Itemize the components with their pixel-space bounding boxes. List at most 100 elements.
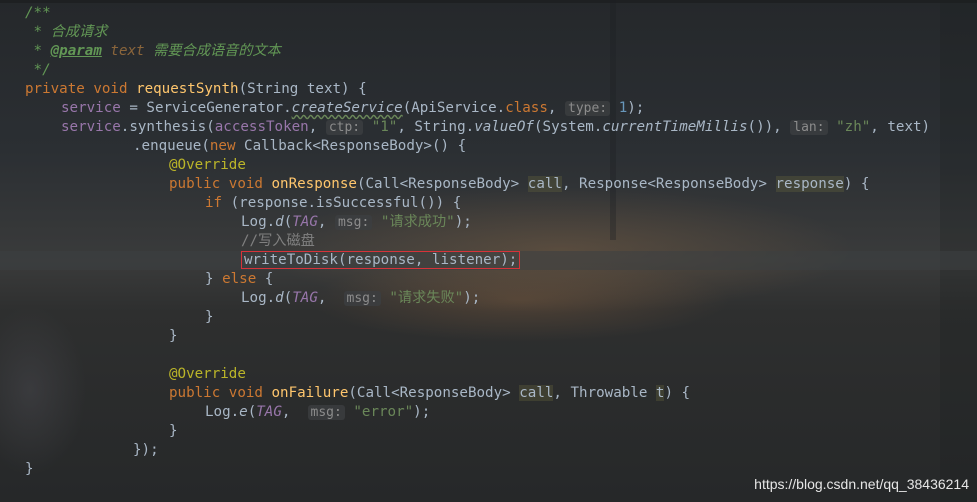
code-token: ()), bbox=[747, 119, 791, 135]
field-service: service bbox=[61, 119, 121, 135]
doc-comment-close: */ bbox=[25, 62, 51, 78]
param-hint-msg: msg: bbox=[307, 405, 345, 420]
method-name-onFailure: onFailure bbox=[271, 385, 349, 401]
code-token: ); bbox=[627, 100, 645, 116]
code-line-9: @Override bbox=[0, 156, 977, 175]
watermark-url: https://blog.csdn.net/qq_38436214 bbox=[754, 476, 969, 492]
method-valueOf: valueOf bbox=[474, 119, 534, 135]
code-token: ) { bbox=[664, 385, 691, 401]
string-literal: "请求成功" bbox=[380, 214, 455, 230]
keyword-void: void bbox=[228, 176, 263, 192]
keyword-private: private bbox=[25, 81, 85, 97]
code-token: Log. bbox=[241, 290, 276, 306]
code-line-8: .enqueue(new Callback<ResponseBody>() { bbox=[0, 137, 977, 156]
code-line-3: * @param text 需要合成语音的文本 bbox=[0, 42, 977, 61]
code-token: , text) bbox=[870, 119, 931, 135]
method-e: e bbox=[239, 404, 248, 420]
code-line-13: //写入磁盘 bbox=[0, 232, 977, 251]
code-line-22: Log.e(TAG, msg: "error"); bbox=[0, 403, 977, 422]
string-literal: "1" bbox=[371, 119, 398, 135]
keyword-new: new bbox=[209, 138, 236, 154]
background-window-frame-top bbox=[0, 0, 977, 3]
param-response: response bbox=[775, 176, 844, 192]
param-call: call bbox=[527, 176, 562, 192]
param-hint-type: type: bbox=[565, 101, 611, 116]
code-line-2: * 合成请求 bbox=[0, 23, 977, 42]
code-token: (response.isSuccessful()) { bbox=[222, 195, 462, 211]
param-hint-msg: msg: bbox=[334, 215, 373, 230]
code-line-10: public void onResponse(Call<ResponseBody… bbox=[0, 175, 977, 194]
code-token: (ApiService. bbox=[402, 100, 506, 116]
code-token: Log. bbox=[241, 214, 276, 230]
keyword-void: void bbox=[228, 385, 263, 401]
closing-brace: } bbox=[25, 461, 34, 477]
string-literal: "zh" bbox=[836, 119, 871, 135]
field-accessToken: accessToken bbox=[214, 119, 309, 135]
method-createService: createService bbox=[291, 100, 403, 116]
code-token: ( bbox=[283, 290, 293, 306]
javadoc-param-name: text bbox=[110, 43, 145, 59]
param-hint-ctp: ctp: bbox=[325, 120, 364, 135]
doc-comment-star: * bbox=[25, 43, 51, 59]
code-token: .synthesis( bbox=[120, 119, 215, 135]
line-comment: //写入磁盘 bbox=[241, 233, 315, 249]
code-line-16: Log.d(TAG, msg: "请求失败"); bbox=[0, 289, 977, 308]
annotation-override: @Override bbox=[169, 157, 246, 173]
code-editor[interactable]: /** * 合成请求 * @param text 需要合成语音的文本 */ pr… bbox=[0, 4, 977, 479]
code-line-20: @Override bbox=[0, 365, 977, 384]
code-token: ); bbox=[454, 214, 472, 230]
number-literal: 1 bbox=[618, 100, 628, 116]
annotation-override: @Override bbox=[169, 366, 246, 382]
method-d: d bbox=[275, 290, 284, 306]
code-line-21: public void onFailure(Call<ResponseBody>… bbox=[0, 384, 977, 403]
keyword-if: if bbox=[205, 195, 223, 211]
code-token: ) { bbox=[843, 176, 870, 192]
code-line-12: Log.d(TAG, msg: "请求成功"); bbox=[0, 213, 977, 232]
doc-comment-open: /** bbox=[25, 5, 51, 21]
code-token: , bbox=[308, 119, 326, 135]
keyword-class: class bbox=[505, 100, 548, 116]
method-name-requestSynth: requestSynth bbox=[136, 81, 239, 97]
code-token: ); bbox=[463, 290, 481, 306]
code-line-24: }); bbox=[0, 441, 977, 460]
code-token: ( bbox=[283, 214, 293, 230]
doc-comment-star: * bbox=[25, 24, 51, 40]
javadoc-param-tag: @param bbox=[50, 43, 102, 59]
keyword-void: void bbox=[93, 81, 128, 97]
code-line-6: service = ServiceGenerator.createService… bbox=[0, 99, 977, 118]
code-token: { bbox=[256, 271, 274, 287]
code-line-17: } bbox=[0, 308, 977, 327]
code-token: , bbox=[317, 290, 344, 306]
code-token: , String. bbox=[397, 119, 475, 135]
code-line-5: private void requestSynth(String text) { bbox=[0, 80, 977, 99]
closing-brace-paren: }); bbox=[133, 442, 159, 458]
code-line-4: */ bbox=[0, 61, 977, 80]
closing-brace: } bbox=[205, 309, 214, 325]
method-d: d bbox=[275, 214, 284, 230]
doc-comment-summary: 合成请求 bbox=[50, 24, 108, 40]
keyword-else: else bbox=[222, 271, 257, 287]
field-service: service bbox=[61, 100, 121, 116]
code-line-11: if (response.isSuccessful()) { bbox=[0, 194, 977, 213]
code-line-23: } bbox=[0, 422, 977, 441]
param-call: call bbox=[519, 385, 554, 401]
constant-TAG: TAG bbox=[256, 404, 282, 420]
code-token: , bbox=[317, 214, 335, 230]
code-token: ( bbox=[247, 404, 257, 420]
param-hint-lan: lan: bbox=[790, 120, 828, 135]
code-line-18: } bbox=[0, 327, 977, 346]
code-line-7: service.synthesis(accessToken, ctp: "1",… bbox=[0, 118, 977, 137]
method-currentTimeMillis: currentTimeMillis bbox=[602, 119, 748, 135]
code-line-15: } else { bbox=[0, 270, 977, 289]
code-token: , bbox=[547, 100, 565, 116]
code-token: (System. bbox=[533, 119, 603, 135]
code-token: , Throwable bbox=[553, 385, 656, 401]
keyword-public: public bbox=[169, 385, 221, 401]
code-line-14: writeToDisk(response, listener); bbox=[0, 251, 977, 270]
highlighted-call-writeToDisk: writeToDisk(response, listener); bbox=[241, 251, 521, 269]
closing-brace: } bbox=[169, 423, 178, 439]
method-name-onResponse: onResponse bbox=[271, 176, 357, 192]
code-token: = ServiceGenerator. bbox=[120, 100, 292, 116]
code-token: } bbox=[205, 271, 223, 287]
